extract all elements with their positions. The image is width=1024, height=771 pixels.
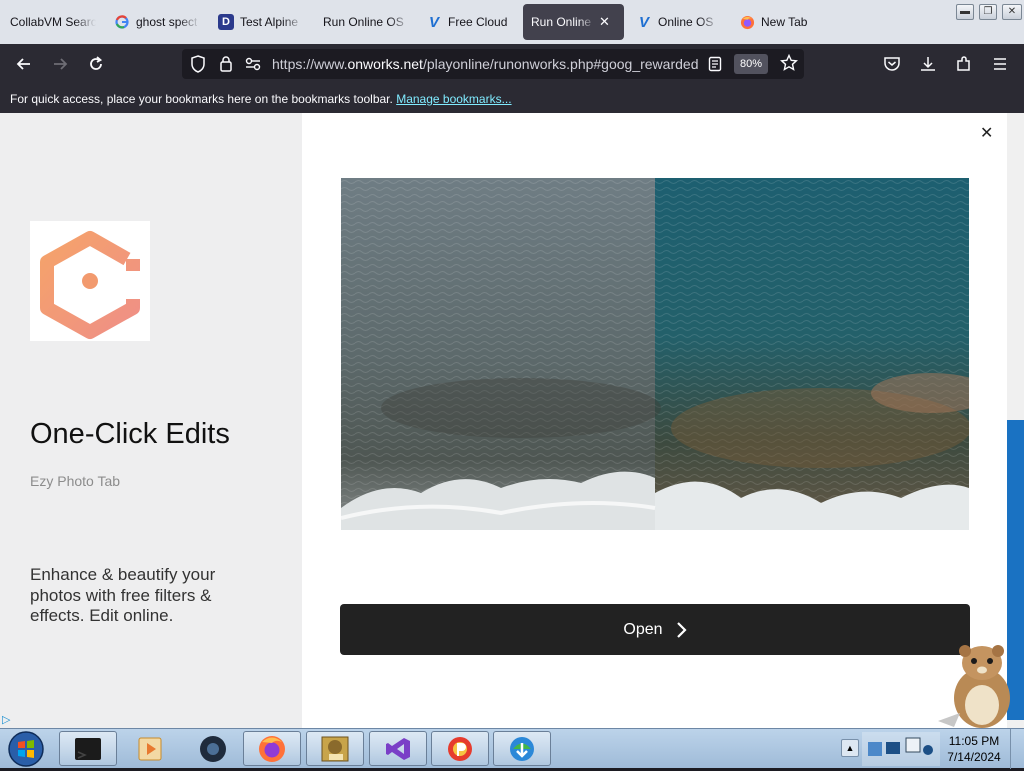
tab-run-online-active[interactable]: Run Online O ✕: [523, 4, 624, 40]
tab-label: ghost spect: [136, 15, 198, 29]
close-window-button[interactable]: ✕: [1002, 4, 1022, 20]
hamburger-menu-icon: [994, 58, 1006, 70]
media-player-app-icon: [138, 737, 162, 760]
puzzle-icon: [957, 56, 970, 71]
gear-app-icon: [200, 735, 226, 762]
zoom-level-badge[interactable]: 80%: [734, 54, 768, 74]
back-arrow-icon: [16, 58, 30, 70]
gear-app-button[interactable]: [184, 731, 242, 766]
volume-icon: [905, 737, 921, 753]
extensions-button[interactable]: [951, 52, 977, 76]
firefox-icon: [739, 14, 755, 30]
tab-label: Test Alpine: [240, 15, 299, 29]
navigation-bar: https://www.onworks.net/playonline/runon…: [0, 44, 1024, 84]
flag-icon: [923, 745, 933, 755]
tab-new-tab[interactable]: New Tab: [739, 4, 819, 40]
lock-icon[interactable]: [219, 55, 233, 77]
ad-subtitle: Ezy Photo Tab: [30, 473, 121, 489]
forward-arrow-icon: [54, 58, 68, 70]
tab-label: Run Online OS: [323, 15, 404, 29]
start-button[interactable]: [4, 730, 48, 768]
pocket-button[interactable]: [879, 52, 905, 76]
page-content: One-Click Edits Ezy Photo Tab Enhance & …: [0, 113, 1024, 728]
tab-label: CollabVM Searc: [10, 15, 96, 29]
manage-bookmarks-link[interactable]: Manage bookmarks...: [396, 92, 511, 106]
paint-app-icon: [448, 736, 472, 761]
download-manager-app-icon: [510, 736, 534, 761]
d-icon: D: [218, 14, 234, 30]
before-after-photo: [341, 178, 969, 530]
visual-studio-app-button[interactable]: [369, 731, 427, 766]
tab-label: New Tab: [761, 15, 808, 29]
google-icon: [114, 14, 130, 30]
forward-button[interactable]: [47, 52, 73, 76]
terminal-app-button[interactable]: [59, 731, 117, 766]
minimize-window-button[interactable]: ▬: [956, 4, 974, 20]
downloads-button[interactable]: [915, 52, 941, 76]
restore-window-button[interactable]: ❐: [979, 4, 997, 20]
media-player-app-button[interactable]: [121, 731, 179, 766]
show-hidden-icons-button[interactable]: ▲: [841, 739, 859, 757]
box-app-icon: [321, 736, 349, 761]
url-domain: onworks.net: [347, 56, 423, 72]
bookmarks-toolbar: For quick access, place your bookmarks h…: [0, 84, 1024, 113]
tab-free-cloud[interactable]: V Free Cloud: [426, 4, 512, 40]
ad-title: One-Click Edits: [30, 418, 230, 450]
ad-info-panel: One-Click Edits Ezy Photo Tab Enhance & …: [0, 113, 302, 728]
taskbar-clock[interactable]: 11:05 PM 7/14/2024: [942, 733, 1006, 767]
tab-label: Run Online O: [531, 15, 595, 29]
url-text[interactable]: https://www.onworks.net/playonline/runon…: [272, 56, 698, 72]
monitor-icon: [886, 742, 900, 754]
clock-date: 7/14/2024: [947, 750, 1001, 764]
tab-label: Free Cloud: [448, 15, 508, 29]
tab-test-alpine[interactable]: D Test Alpine: [218, 4, 304, 40]
close-ad-button[interactable]: ✕: [980, 123, 993, 143]
back-button[interactable]: [11, 52, 37, 76]
tab-ghost-spect[interactable]: ghost spect: [114, 4, 200, 40]
download-icon: [921, 57, 935, 71]
download-manager-app-button[interactable]: [493, 731, 551, 766]
reload-icon: [90, 56, 103, 70]
adchoices-icon[interactable]: ▷: [2, 713, 10, 726]
tab-label: Online OS: [658, 15, 714, 29]
tab-strip: CollabVM Searc ghost spect D Test Alpine…: [0, 0, 1024, 44]
firefox-app-icon: [259, 735, 285, 762]
permissions-icon[interactable]: [245, 57, 261, 76]
close-tab-icon[interactable]: ✕: [599, 14, 610, 30]
open-button-label: Open: [623, 620, 663, 638]
bookmarks-hint: For quick access, place your bookmarks h…: [10, 92, 512, 106]
network-icon: [868, 742, 882, 756]
pocket-icon: [884, 57, 900, 71]
clock-time: 11:05 PM: [948, 734, 1000, 748]
reader-view-icon[interactable]: [708, 56, 722, 77]
hamster-mascot: [930, 643, 1020, 728]
windows-orb-icon: [8, 731, 44, 767]
v-icon: V: [638, 13, 649, 31]
open-button[interactable]: Open: [340, 604, 970, 655]
ezy-photo-logo: [30, 221, 150, 341]
url-path: /playonline/runonworks.php#goog_rewarded: [422, 56, 699, 72]
show-desktop-button[interactable]: [1010, 729, 1024, 769]
visual-studio-app-icon: [386, 737, 410, 760]
v-icon: V: [428, 13, 439, 31]
terminal-app-icon: [75, 737, 101, 760]
shield-icon[interactable]: [190, 55, 206, 78]
reload-button[interactable]: [83, 52, 109, 76]
box-app-button[interactable]: [306, 731, 364, 766]
ad-description: Enhance & beautify your photos with free…: [30, 565, 216, 625]
chevron-right-icon: [676, 621, 687, 638]
firefox-app-button[interactable]: [243, 731, 301, 766]
bookmark-star-icon[interactable]: [779, 53, 799, 77]
paint-app-button[interactable]: [431, 731, 489, 766]
address-bar[interactable]: https://www.onworks.net/playonline/runon…: [182, 49, 804, 79]
tab-collabvm[interactable]: CollabVM Searc: [10, 4, 96, 40]
system-tray: [862, 732, 940, 766]
tab-online-os[interactable]: V Online OS: [636, 4, 720, 40]
taskbar: ▲ 11:05 PM 7/14/2024: [0, 728, 1024, 769]
menu-button[interactable]: [987, 52, 1013, 76]
tab-run-online-os[interactable]: Run Online OS: [323, 4, 411, 40]
